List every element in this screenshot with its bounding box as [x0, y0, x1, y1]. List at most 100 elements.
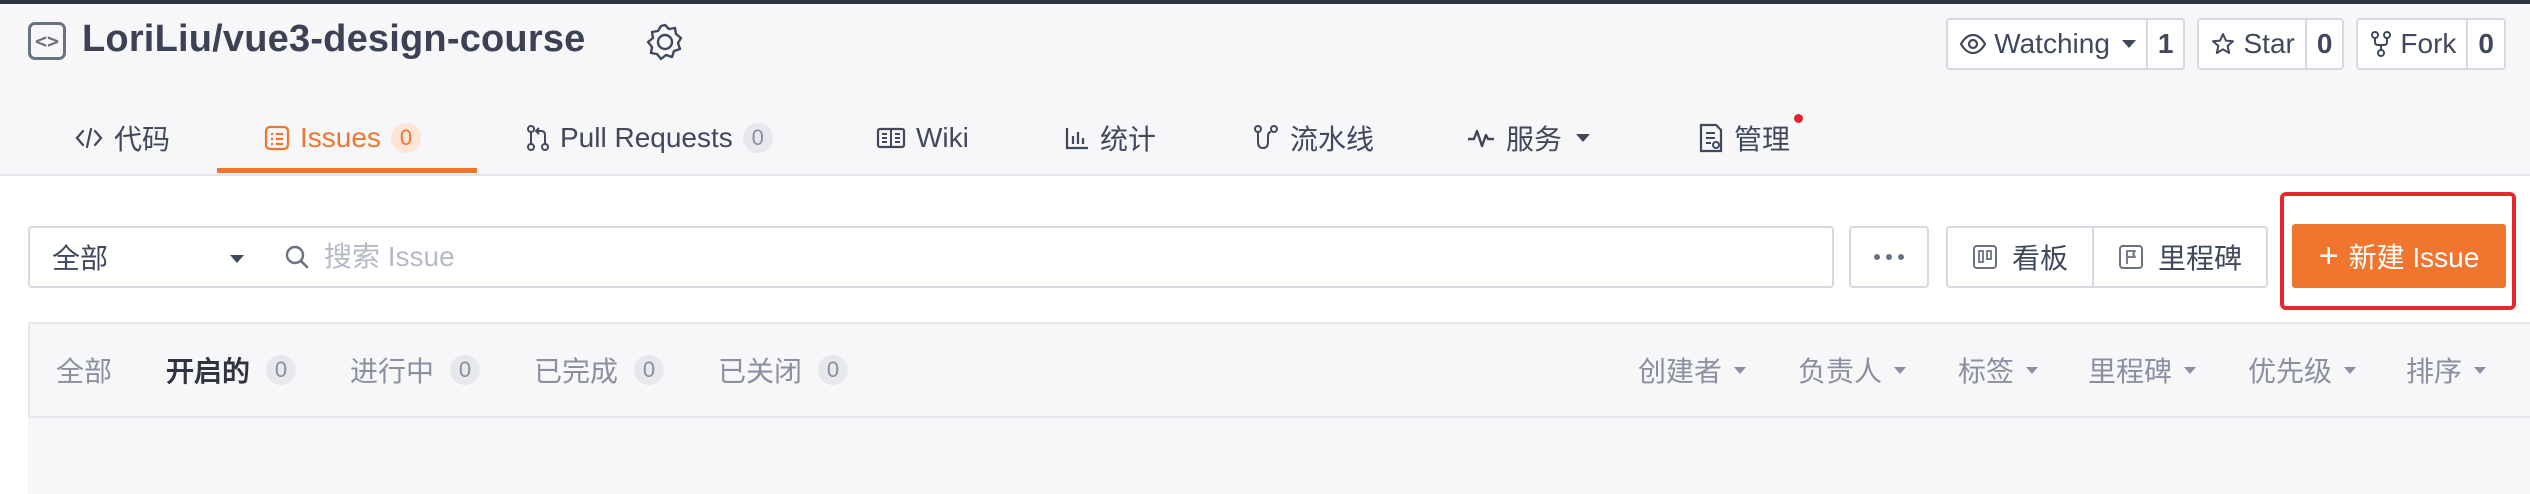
pull-request-icon: [527, 125, 549, 151]
more-options-button[interactable]: [1849, 226, 1929, 288]
state-count: 0: [634, 355, 665, 385]
tab-label: 统计: [1100, 124, 1157, 155]
view-switcher: 看板 里程碑: [1946, 226, 2269, 288]
new-issue-label: 新建 Issue: [2348, 242, 2480, 273]
filter-label: 负责人: [1798, 356, 1883, 387]
dot: [1886, 254, 1892, 260]
board-button[interactable]: 看板: [1948, 228, 2092, 286]
code-icon: [75, 127, 103, 149]
fork-button[interactable]: Fork 0: [2356, 18, 2506, 70]
pulse-icon: [1468, 129, 1494, 148]
tab-count: 0: [390, 123, 421, 153]
repo-header: <> LoriLiu/vue3-design-course Watching 1…: [0, 4, 2530, 176]
watch-label: Watching: [1994, 28, 2110, 59]
state-count: 0: [818, 355, 849, 385]
pipeline-icon: [1254, 125, 1278, 150]
filter-author[interactable]: 创建者: [1638, 324, 1747, 416]
active-tab-indicator: [217, 168, 477, 173]
state-label: 全部: [56, 356, 113, 387]
milestone-flag-icon: [2119, 245, 2144, 269]
plus-icon: +: [2318, 237, 2339, 275]
search-input[interactable]: [324, 241, 1724, 273]
chevron-down-icon: [1894, 366, 1907, 374]
issue-scope-select[interactable]: 全部: [28, 226, 268, 288]
tab-label: Pull Requests: [560, 122, 733, 153]
kanban-icon: [1973, 245, 1997, 269]
watch-count[interactable]: 1: [2148, 20, 2184, 68]
filter-milestone[interactable]: 里程碑: [2088, 324, 2197, 416]
notification-dot: [1794, 114, 1803, 123]
tab-issues[interactable]: Issues 0: [264, 100, 421, 176]
milestone-label: 里程碑: [2158, 243, 2243, 274]
filter-label: 标签: [1958, 356, 2015, 387]
tab-wiki[interactable]: Wiki: [876, 100, 969, 176]
state-label: 进行中: [350, 356, 435, 387]
fork-count[interactable]: 0: [2468, 20, 2504, 68]
star-button[interactable]: Star 0: [2197, 18, 2345, 70]
state-tab-closed[interactable]: 已关闭 0: [718, 324, 849, 416]
tab-label: 流水线: [1290, 124, 1375, 155]
filter-label: 优先级: [2248, 356, 2333, 387]
award-badge-icon[interactable]: [645, 22, 685, 62]
dot: [1874, 254, 1880, 260]
milestone-button[interactable]: 里程碑: [2092, 228, 2266, 286]
tab-pipeline[interactable]: 流水线: [1252, 100, 1374, 176]
tab-stats[interactable]: 统计: [1064, 100, 1156, 176]
chevron-down-icon: [2474, 366, 2487, 374]
tab-label: 代码: [114, 124, 171, 155]
tab-label: 服务: [1506, 124, 1563, 155]
filter-label: 创建者: [1638, 356, 1723, 387]
star-count[interactable]: 0: [2307, 20, 2343, 68]
state-tab-open[interactable]: 开启的 0: [166, 324, 297, 416]
chevron-down-icon: [2184, 366, 2197, 374]
watch-button[interactable]: Watching 1: [1946, 18, 2186, 70]
tab-code[interactable]: 代码: [74, 100, 170, 176]
filter-sort[interactable]: 排序: [2406, 324, 2487, 416]
eye-icon: [1960, 34, 1987, 54]
repo-title[interactable]: LoriLiu/vue3-design-course: [82, 18, 586, 61]
filter-label: 排序: [2406, 356, 2463, 387]
repo-actions: Watching 1 Star 0 Fork 0: [1946, 18, 2506, 70]
tab-label: Issues: [300, 122, 381, 153]
chevron-down-icon: [2344, 366, 2357, 374]
chevron-down-icon: [2026, 366, 2039, 374]
issues-icon: [264, 125, 290, 151]
tab-label: Wiki: [916, 122, 969, 153]
star-icon: [2212, 33, 2235, 54]
state-count: 0: [450, 355, 481, 385]
chevron-down-icon: [2121, 40, 2136, 48]
star-label: Star: [2243, 28, 2295, 59]
state-label: 开启的: [166, 356, 251, 387]
fork-icon: [2371, 31, 2392, 57]
tab-services[interactable]: 服务: [1466, 100, 1591, 176]
search-box[interactable]: [266, 226, 1834, 288]
filter-priority[interactable]: 优先级: [2248, 324, 2357, 416]
state-label: 已关闭: [718, 356, 803, 387]
new-issue-button[interactable]: + 新建 Issue: [2292, 224, 2506, 288]
chevron-down-icon: [1576, 134, 1591, 142]
filter-labels[interactable]: 标签: [1958, 324, 2039, 416]
scope-select-value: 全部: [52, 243, 109, 274]
bar-chart-icon: [1065, 128, 1088, 150]
tab-label: 管理: [1734, 124, 1791, 155]
fork-label: Fork: [2400, 28, 2457, 59]
tab-count: 0: [742, 123, 773, 153]
state-label: 已完成: [534, 356, 619, 387]
dot: [1898, 254, 1904, 260]
state-tab-all[interactable]: 全部: [56, 324, 112, 416]
state-tab-in-progress[interactable]: 进行中 0: [350, 324, 481, 416]
book-icon: [876, 127, 906, 149]
chevron-down-icon: [230, 255, 244, 263]
issue-filter-bar: 全部 开启的 0 进行中 0 已完成 0 已关闭 0 创建者 负责人 标签 里程…: [28, 322, 2530, 418]
repo-tabs: 代码 Issues 0 Pull Requests 0 Wiki 统计 流水线 …: [0, 100, 2530, 176]
search-icon: [285, 245, 309, 269]
chevron-down-icon: [1734, 366, 1747, 374]
issue-list-area: [28, 418, 2530, 494]
tab-pull-requests[interactable]: Pull Requests 0: [526, 100, 773, 176]
state-count: 0: [266, 355, 297, 385]
filter-label: 里程碑: [2088, 356, 2173, 387]
state-tab-completed[interactable]: 已完成 0: [534, 324, 665, 416]
filter-assignee[interactable]: 负责人: [1798, 324, 1907, 416]
board-label: 看板: [2012, 243, 2069, 274]
tab-manage[interactable]: 管理: [1698, 100, 1803, 176]
